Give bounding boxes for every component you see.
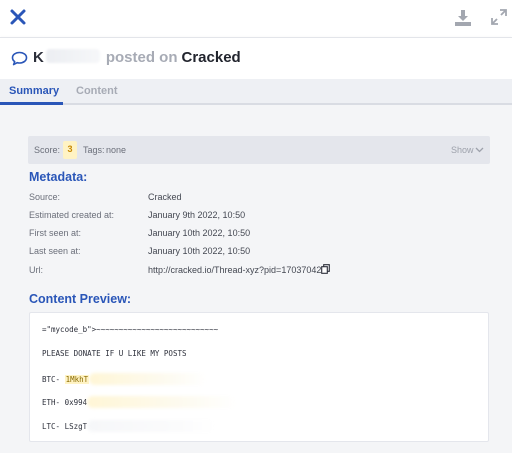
preview-line-donate: PLEASE DONATE IF U LIKE MY POSTS [42,349,187,358]
active-tab-indicator [0,102,63,105]
redacted-author [45,49,100,63]
eth-address-prefix: 0x994 [64,398,88,407]
download-icon[interactable] [454,9,472,27]
tab-summary[interactable]: Summary [9,85,59,97]
ltc-address-prefix: LSzgT [64,422,88,431]
preview-line-eth: ETH- 0x994 [42,396,238,408]
forum-name[interactable]: Cracked [182,49,241,66]
tab-bar: Summary Content [0,79,512,105]
show-button[interactable]: Show [451,145,474,155]
redacted-eth-address [87,396,238,408]
meta-value-first-seen: January 10th 2022, 10:50 [148,228,251,238]
chevron-down-icon[interactable] [475,145,484,154]
ltc-label: LTC- [42,422,61,431]
btc-label: BTC- [42,375,61,384]
tags-label: Tags: [83,145,105,155]
meta-value-source: Cracked [148,192,182,202]
close-icon[interactable] [9,8,27,26]
eth-label: ETH- [42,398,61,407]
meta-value-url[interactable]: http://cracked.io/Thread-xyz?pid=1703704… [148,265,321,275]
redacted-ltc-address [87,420,218,432]
meta-key-first-seen: First seen at: [29,228,82,238]
chat-bubble-icon [11,51,28,66]
meta-key-last-seen: Last seen at: [29,246,81,256]
metadata-heading: Metadata: [29,170,88,184]
preview-line-ltc: LTC- LSzgT [42,420,218,432]
tags-value: none [106,145,127,155]
meta-value-estimated-created: January 9th 2022, 10:50 [148,210,246,220]
redacted-btc-address [89,373,208,385]
preview-line-code: ="mycode_b">~~~~~~~~~~~~~~~~~~~~~~~~~~~ [42,325,219,334]
btc-address-highlight: 1MkhT [64,375,90,384]
post-header: Kposted on Cracked [0,37,512,79]
score-badge: 3 [63,141,77,159]
author-name[interactable]: K [33,49,44,66]
score-label: Score: [34,145,61,155]
content-preview-box: ="mycode_b">~~~~~~~~~~~~~~~~~~~~~~~~~~~ … [29,312,489,442]
score-tags-bar: Score: 3 Tags: none Show [28,136,490,164]
top-bar [0,0,512,37]
meta-key-source: Source: [29,192,61,202]
meta-key-estimated-created: Estimated created at: [29,210,115,220]
content-preview-heading: Content Preview: [29,292,132,306]
preview-line-btc: BTC- 1MkhT [42,373,208,385]
posted-label: posted on [105,49,178,66]
copy-icon[interactable] [321,264,330,274]
meta-key-url: Url: [29,265,43,275]
meta-value-last-seen: January 10th 2022, 10:50 [148,246,251,256]
expand-icon[interactable] [491,9,507,25]
tab-content[interactable]: Content [76,85,118,97]
page-title: Kposted on Cracked [33,49,241,66]
